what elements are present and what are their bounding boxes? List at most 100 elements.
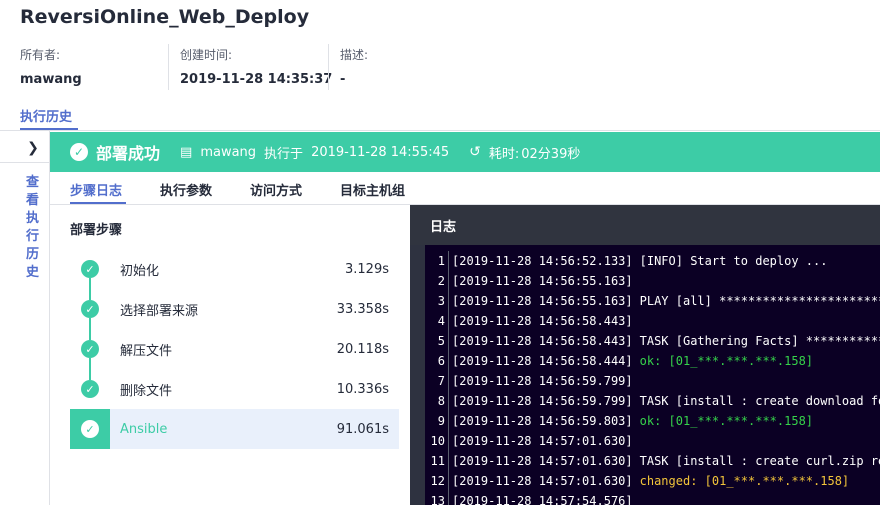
step-duration: 10.336s <box>336 381 389 397</box>
step-item[interactable]: ✓ 删除文件 10.336s <box>70 369 399 409</box>
step-name: Ansible <box>120 421 168 437</box>
log-line-number: 5 <box>437 334 445 348</box>
step-item-active[interactable]: ✓ Ansible 91.061s <box>70 409 399 449</box>
step-name: 删除文件 <box>120 383 173 399</box>
created-value: 2019-11-28 14:35:37 <box>180 72 333 87</box>
log-timestamp: [2019-11-28 14:56:55.163] <box>452 294 633 308</box>
log-line-number: 4 <box>437 314 445 328</box>
view-history-link[interactable]: 查看执行历史 <box>26 174 42 282</box>
log-gutter-divider <box>448 471 449 491</box>
check-circle-icon: ✓ <box>81 300 99 318</box>
log-line-number: 9 <box>437 414 445 428</box>
log-line-number: 11 <box>430 454 445 468</box>
log-gutter-divider <box>448 271 449 291</box>
status-duration: 02分39秒 <box>521 146 581 162</box>
log-line-number: 12 <box>430 474 445 488</box>
log-timestamp: [2019-11-28 14:57:01.630] <box>452 434 633 448</box>
status-executed-time: 2019-11-28 14:55:45 <box>311 144 450 160</box>
meta-created: 创建时间: 2019-11-28 14:35:37 <box>180 46 332 90</box>
log-message: ok: [01_***.***.***.158] <box>639 354 814 368</box>
meta-separator <box>328 44 329 90</box>
log-line: 12 [2019-11-28 14:57:01.630] changed: [01_… <box>425 471 880 491</box>
status-executed-label: 执行于 <box>264 146 304 162</box>
meta-separator <box>168 44 169 90</box>
log-gutter-divider <box>448 251 449 271</box>
log-timestamp: [2019-11-28 14:57:01.630] <box>452 474 633 488</box>
check-circle-icon: ✓ <box>81 420 99 438</box>
log-timestamp: [2019-11-28 14:57:01.630] <box>452 454 633 468</box>
tab-step-log[interactable]: 步骤日志 <box>70 180 122 199</box>
log-timestamp: [2019-11-28 14:56:52.133] <box>452 254 633 268</box>
log-gutter-divider <box>448 491 449 505</box>
created-label: 创建时间: <box>180 48 233 62</box>
log-gutter-divider <box>448 431 449 451</box>
log-line: 2 [2019-11-28 14:56:55.163] <box>425 271 880 291</box>
desc-label: 描述: <box>340 48 369 62</box>
log-line-number: 6 <box>437 354 445 368</box>
log-timestamp: [2019-11-28 14:56:55.163] <box>452 274 633 288</box>
chevron-right-icon: ❯ <box>27 140 39 156</box>
tab-target-host-group[interactable]: 目标主机组 <box>340 180 405 199</box>
log-line: 11 [2019-11-28 14:57:01.630] TASK [install… <box>425 451 880 471</box>
log-message: [INFO] Start to deploy ... <box>639 254 828 268</box>
step-duration: 3.129s <box>345 261 389 277</box>
sidebar-divider <box>0 162 49 163</box>
log-line: 7 [2019-11-28 14:56:59.799] <box>425 371 880 391</box>
log-line: 4 [2019-11-28 14:56:58.443] <box>425 311 880 331</box>
log-line-number: 1 <box>437 254 445 268</box>
desc-value: - <box>340 72 346 87</box>
log-line: 1 [2019-11-28 14:56:52.133] [INFO] Start t… <box>425 251 880 271</box>
log-timestamp: [2019-11-28 14:56:59.803] <box>452 414 633 428</box>
tab-execution-history[interactable]: 执行历史 <box>20 106 72 125</box>
step-item[interactable]: ✓ 初始化 3.129s <box>70 249 399 300</box>
step-item[interactable]: ✓ 解压文件 20.118s <box>70 329 399 380</box>
log-line-number: 8 <box>437 394 445 408</box>
log-gutter-divider <box>448 371 449 391</box>
detail-tabs: 步骤日志 执行参数 访问方式 目标主机组 <box>50 172 880 204</box>
owner-value: mawang <box>20 72 82 87</box>
log-line-number: 3 <box>437 294 445 308</box>
log-timestamp: [2019-11-28 14:56:58.443] <box>452 334 633 348</box>
app-title: ReversiOnline_Web_Deploy <box>20 6 310 28</box>
check-circle-icon: ✓ <box>70 143 88 161</box>
sidebar-toggle-button[interactable]: ❯ <box>18 136 48 160</box>
step-duration: 91.061s <box>336 421 389 437</box>
deploy-steps-list: ✓ 初始化 3.129s ✓ 选择部署来源 33.358s ✓ 解压文件 20.… <box>70 249 399 449</box>
log-timestamp: [2019-11-28 14:56:59.799] <box>452 394 633 408</box>
step-item[interactable]: ✓ 选择部署来源 33.358s <box>70 289 399 340</box>
check-circle-icon: ✓ <box>81 380 99 398</box>
tabs-divider <box>0 130 880 131</box>
log-message: TASK [Gathering Facts] **************** <box>639 334 880 348</box>
log-message: ok: [01_***.***.***.158] <box>639 414 814 428</box>
document-icon: ▤ <box>180 144 193 160</box>
check-circle-icon: ✓ <box>81 340 99 358</box>
log-gutter-divider <box>448 411 449 431</box>
history-clock-icon: ↺ <box>469 144 481 160</box>
log-line-number: 10 <box>430 434 445 448</box>
tab-access-method[interactable]: 访问方式 <box>250 180 302 199</box>
log-gutter-divider <box>448 311 449 331</box>
step-duration: 20.118s <box>336 341 389 357</box>
log-message: PLAY [all] *****************************… <box>639 294 880 308</box>
step-duration: 33.358s <box>336 301 389 317</box>
status-title: 部署成功 <box>96 144 161 163</box>
log-message: TASK [install : create curl.zip repos <box>639 454 880 468</box>
tab-exec-params[interactable]: 执行参数 <box>160 180 212 199</box>
log-message: changed: [01_***.***.***.158] <box>639 474 850 488</box>
log-line: 6 [2019-11-28 14:56:58.444] ok: [01_***.**… <box>425 351 880 371</box>
log-console[interactable]: 1 [2019-11-28 14:56:52.133] [INFO] Start t… <box>425 245 880 505</box>
deploy-status-bar: ✓ 部署成功 ▤ mawang 执行于 2019-11-28 14:55:45 … <box>50 132 880 172</box>
check-circle-icon: ✓ <box>81 260 99 278</box>
meta-owner: 所有者: mawang <box>20 46 82 90</box>
step-name: 选择部署来源 <box>120 303 199 319</box>
step-name: 初始化 <box>120 263 160 279</box>
meta-description: 描述: - <box>340 46 368 90</box>
log-line-number: 7 <box>437 374 445 388</box>
log-line-number: 13 <box>430 494 445 505</box>
log-gutter-divider <box>448 391 449 411</box>
log-line: 3 [2019-11-28 14:56:55.163] PLAY [all] ***… <box>425 291 880 311</box>
log-line: 8 [2019-11-28 14:56:59.799] TASK [install … <box>425 391 880 411</box>
step-name: 解压文件 <box>120 343 173 359</box>
log-line: 9 [2019-11-28 14:56:59.803] ok: [01_***.**… <box>425 411 880 431</box>
log-line: 5 [2019-11-28 14:56:58.443] TASK [Gatherin… <box>425 331 880 351</box>
